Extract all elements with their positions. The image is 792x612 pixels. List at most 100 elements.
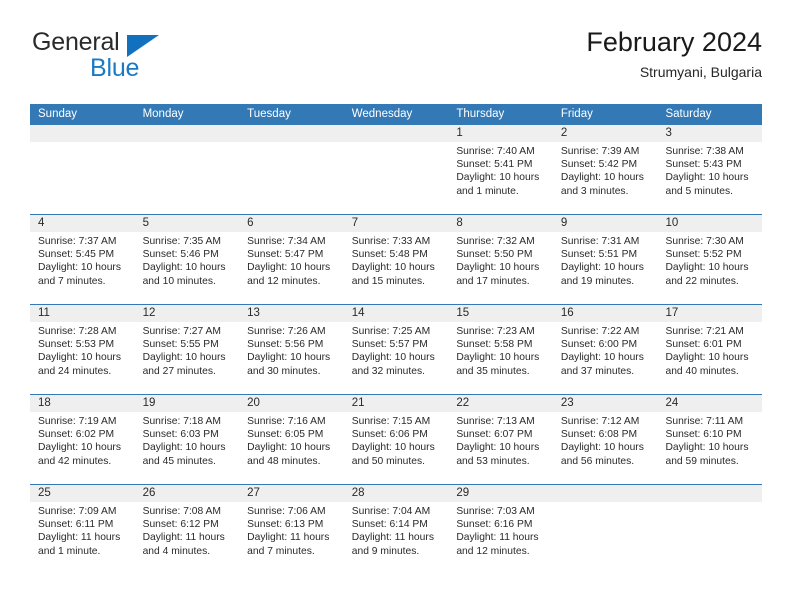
calendar-day-cell-empty xyxy=(134,125,240,214)
sunset-text: Sunset: 5:55 PM xyxy=(142,339,219,351)
calendar-day-cell[interactable]: 26 Sunrise: 7:08 AM Sunset: 6:12 PM Dayligh… xyxy=(134,485,240,574)
sunrise-text: Sunrise: 7:03 AM xyxy=(456,506,535,517)
calendar-page: General Blue February 2024 Strumyani, Bu… xyxy=(0,0,792,612)
daylight-text: Daylight: 10 hours and 50 minutes. xyxy=(351,442,435,467)
calendar-day-cell[interactable]: 27 Sunrise: 7:06 AM Sunset: 6:13 PM Dayligh… xyxy=(239,485,344,574)
title-block: February 2024 Strumyani, Bulgaria xyxy=(586,27,762,80)
daylight-text: Daylight: 10 hours and 32 minutes. xyxy=(351,352,435,377)
page-header: General Blue February 2024 Strumyani, Bu… xyxy=(30,27,762,98)
calendar-day-cell[interactable]: 3 Sunrise: 7:38 AM Sunset: 5:43 PM Daylight… xyxy=(657,125,763,214)
day-number: 16 xyxy=(552,305,658,322)
sunrise-text: Sunrise: 7:31 AM xyxy=(560,236,640,247)
daylight-text: Daylight: 10 hours and 40 minutes. xyxy=(665,352,749,377)
sunset-text: Sunset: 5:56 PM xyxy=(247,339,324,351)
weekday-header-thursday: Thursday xyxy=(456,108,505,120)
daylight-text: Daylight: 10 hours and 27 minutes. xyxy=(142,352,226,377)
day-info: Sunrise: 7:21 AM Sunset: 6:01 PM Daylight:… xyxy=(657,322,762,394)
general-blue-logo[interactable]: General Blue xyxy=(30,28,270,90)
day-info: Sunrise: 7:39 AM Sunset: 5:42 PM Daylight:… xyxy=(553,142,658,214)
sunrise-text: Sunrise: 7:38 AM xyxy=(665,146,744,157)
day-number: 14 xyxy=(343,305,449,322)
calendar-day-cell[interactable]: 19 Sunrise: 7:18 AM Sunset: 6:03 PM Dayligh… xyxy=(134,395,240,484)
calendar-day-cell[interactable]: 12 Sunrise: 7:27 AM Sunset: 5:55 PM Dayligh… xyxy=(134,305,240,394)
calendar-day-cell[interactable]: 14 Sunrise: 7:25 AM Sunset: 5:57 PM Dayligh… xyxy=(343,305,449,394)
sunrise-text: Sunrise: 7:19 AM xyxy=(38,416,117,427)
day-info: Sunrise: 7:22 AM Sunset: 6:00 PM Daylight:… xyxy=(553,322,658,394)
sunrise-text: Sunrise: 7:32 AM xyxy=(456,236,535,247)
calendar-day-cell[interactable]: 25 Sunrise: 7:09 AM Sunset: 6:11 PM Dayligh… xyxy=(30,485,135,574)
calendar-day-cell[interactable]: 29 Sunrise: 7:03 AM Sunset: 6:16 PM Dayligh… xyxy=(448,485,553,574)
calendar-day-cell-empty xyxy=(657,485,763,574)
calendar-day-cell[interactable]: 28 Sunrise: 7:04 AM Sunset: 6:14 PM Dayligh… xyxy=(343,485,449,574)
sunrise-text: Sunrise: 7:04 AM xyxy=(351,506,431,517)
day-info: Sunrise: 7:04 AM Sunset: 6:14 PM Daylight:… xyxy=(344,502,449,574)
sunrise-text: Sunrise: 7:34 AM xyxy=(247,236,326,247)
calendar-day-cell[interactable]: 1 Sunrise: 7:40 AM Sunset: 5:41 PM Daylight… xyxy=(448,125,553,214)
sunrise-text: Sunrise: 7:16 AM xyxy=(247,416,326,427)
calendar-day-cell-empty xyxy=(343,125,449,214)
daylight-text: Daylight: 11 hours and 4 minutes. xyxy=(142,532,225,557)
sunrise-text: Sunrise: 7:25 AM xyxy=(351,326,431,337)
day-number: 6 xyxy=(239,215,344,232)
sunset-text: Sunset: 5:57 PM xyxy=(351,339,428,351)
sunrise-text: Sunrise: 7:28 AM xyxy=(38,326,117,337)
calendar-day-cell[interactable]: 10 Sunrise: 7:30 AM Sunset: 5:52 PM Dayligh… xyxy=(657,215,763,304)
day-info xyxy=(553,502,658,574)
sunset-text: Sunset: 5:47 PM xyxy=(247,249,324,261)
calendar-day-cell[interactable]: 5 Sunrise: 7:35 AM Sunset: 5:46 PM Daylight… xyxy=(134,215,240,304)
day-number: 18 xyxy=(30,395,135,412)
sunrise-text: Sunrise: 7:26 AM xyxy=(247,326,326,337)
calendar-week-row: 25 Sunrise: 7:09 AM Sunset: 6:11 PM Dayligh… xyxy=(30,484,763,574)
calendar-day-cell-empty xyxy=(30,125,135,214)
sunset-text: Sunset: 6:00 PM xyxy=(560,339,638,351)
day-info xyxy=(239,142,344,214)
calendar-day-cell[interactable]: 11 Sunrise: 7:28 AM Sunset: 5:53 PM Dayligh… xyxy=(30,305,135,394)
weekday-header-wednesday: Wednesday xyxy=(351,108,413,120)
calendar-day-cell[interactable]: 4 Sunrise: 7:37 AM Sunset: 5:45 PM Daylight… xyxy=(30,215,135,304)
calendar-day-cell[interactable]: 21 Sunrise: 7:15 AM Sunset: 6:06 PM Dayligh… xyxy=(343,395,449,484)
calendar-day-cell[interactable]: 18 Sunrise: 7:19 AM Sunset: 6:02 PM Dayligh… xyxy=(30,395,135,484)
calendar-grid: Sunday Monday Tuesday Wednesday Thursday Frid… xyxy=(30,104,763,574)
day-number: 27 xyxy=(239,485,344,502)
sunrise-text: Sunrise: 7:40 AM xyxy=(456,146,535,157)
daylight-text: Daylight: 10 hours and 48 minutes. xyxy=(247,442,331,467)
day-info: Sunrise: 7:30 AM Sunset: 5:52 PM Daylight:… xyxy=(657,232,762,304)
day-number: 22 xyxy=(448,395,553,412)
day-info: Sunrise: 7:25 AM Sunset: 5:57 PM Daylight:… xyxy=(344,322,449,394)
daylight-text: Daylight: 10 hours and 3 minutes. xyxy=(560,172,644,197)
calendar-day-cell[interactable]: 17 Sunrise: 7:21 AM Sunset: 6:01 PM Dayligh… xyxy=(657,305,763,394)
sunset-text: Sunset: 6:01 PM xyxy=(665,339,742,351)
calendar-day-cell[interactable]: 2 Sunrise: 7:39 AM Sunset: 5:42 PM Daylight… xyxy=(552,125,658,214)
calendar-day-cell[interactable]: 22 Sunrise: 7:13 AM Sunset: 6:07 PM Dayligh… xyxy=(448,395,553,484)
sunset-text: Sunset: 6:12 PM xyxy=(142,519,219,531)
day-info: Sunrise: 7:12 AM Sunset: 6:08 PM Daylight:… xyxy=(553,412,658,484)
weekday-header-friday: Friday xyxy=(560,108,593,120)
sunset-text: Sunset: 6:07 PM xyxy=(456,429,533,441)
calendar-day-cell[interactable]: 9 Sunrise: 7:31 AM Sunset: 5:51 PM Daylight… xyxy=(552,215,658,304)
sunrise-text: Sunrise: 7:22 AM xyxy=(560,326,640,337)
calendar-day-cell[interactable]: 16 Sunrise: 7:22 AM Sunset: 6:00 PM Dayligh… xyxy=(552,305,658,394)
calendar-day-cell[interactable]: 6 Sunrise: 7:34 AM Sunset: 5:47 PM Daylight… xyxy=(239,215,344,304)
sunrise-text: Sunrise: 7:21 AM xyxy=(665,326,744,337)
day-info xyxy=(657,502,762,574)
calendar-day-cell[interactable]: 13 Sunrise: 7:26 AM Sunset: 5:56 PM Dayligh… xyxy=(239,305,344,394)
calendar-day-cell[interactable]: 20 Sunrise: 7:16 AM Sunset: 6:05 PM Dayligh… xyxy=(239,395,344,484)
day-number xyxy=(134,125,240,142)
sunset-text: Sunset: 5:52 PM xyxy=(665,249,742,261)
calendar-day-cell[interactable]: 23 Sunrise: 7:12 AM Sunset: 6:08 PM Dayligh… xyxy=(552,395,658,484)
calendar-day-cell[interactable]: 7 Sunrise: 7:33 AM Sunset: 5:48 PM Daylight… xyxy=(343,215,449,304)
calendar-day-cell[interactable]: 24 Sunrise: 7:11 AM Sunset: 6:10 PM Dayligh… xyxy=(657,395,763,484)
weekday-header-saturday: Saturday xyxy=(665,108,712,120)
daylight-text: Daylight: 10 hours and 59 minutes. xyxy=(665,442,749,467)
day-info: Sunrise: 7:37 AM Sunset: 5:45 PM Daylight:… xyxy=(30,232,135,304)
day-info: Sunrise: 7:40 AM Sunset: 5:41 PM Daylight:… xyxy=(448,142,553,214)
day-info xyxy=(30,142,135,214)
page-title: February 2024 xyxy=(586,27,762,57)
daylight-text: Daylight: 10 hours and 7 minutes. xyxy=(38,262,121,287)
calendar-week-row: 11 Sunrise: 7:28 AM Sunset: 5:53 PM Dayligh… xyxy=(30,304,763,394)
day-number: 23 xyxy=(552,395,658,412)
sunset-text: Sunset: 6:11 PM xyxy=(38,519,114,531)
sunset-text: Sunset: 5:41 PM xyxy=(456,159,533,171)
calendar-day-cell[interactable]: 8 Sunrise: 7:32 AM Sunset: 5:50 PM Daylight… xyxy=(448,215,553,304)
calendar-day-cell[interactable]: 15 Sunrise: 7:23 AM Sunset: 5:58 PM Dayligh… xyxy=(448,305,553,394)
